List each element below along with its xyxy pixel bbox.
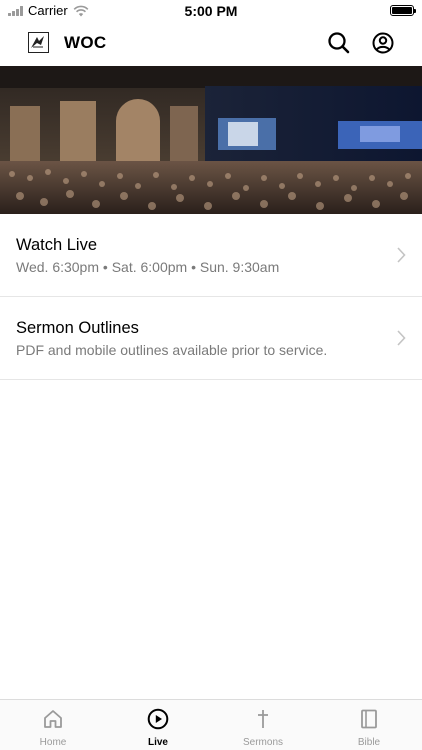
tab-home[interactable]: Home	[11, 700, 95, 750]
tab-bar: Home Live Sermons Bible	[0, 699, 422, 750]
tab-live-label: Live	[147, 737, 168, 748]
app-title: WOC	[64, 33, 107, 52]
hero-image	[0, 66, 422, 214]
list-item-sermon-outlines[interactable]: Sermon Outlines PDF and mobile outlines …	[0, 297, 422, 380]
home-icon	[44, 710, 62, 728]
search-icon[interactable]	[326, 30, 352, 56]
tab-bible-label: Bible	[357, 737, 381, 748]
book-icon	[361, 709, 377, 729]
item-subtitle: PDF and mobile outlines available prior …	[16, 342, 328, 358]
tab-home-label: Home	[39, 737, 67, 748]
chevron-right-icon	[397, 247, 406, 263]
list-item-watch-live[interactable]: Watch Live Wed. 6:30pm • Sat. 6:00pm • S…	[0, 214, 422, 297]
status-bar: Carrier 5:00 PM	[0, 0, 422, 22]
account-icon[interactable]	[370, 30, 396, 56]
tab-sermons[interactable]: Sermons	[221, 700, 305, 750]
tab-live[interactable]: Live	[116, 700, 200, 750]
tab-sermons-label: Sermons	[242, 737, 283, 748]
app-header: WOC	[0, 22, 422, 66]
battery-icon	[390, 5, 416, 16]
play-circle-icon	[147, 708, 169, 730]
item-subtitle: Wed. 6:30pm • Sat. 6:00pm • Sun. 9:30am	[16, 259, 280, 275]
item-title: Watch Live	[16, 236, 98, 254]
tab-bible[interactable]: Bible	[327, 700, 411, 750]
item-title: Sermon Outlines	[16, 319, 139, 337]
congregation-photo	[0, 66, 422, 214]
status-time: 5:00 PM	[184, 3, 238, 19]
cross-icon	[258, 710, 268, 728]
chevron-right-icon	[397, 330, 406, 346]
logo-icon	[28, 32, 49, 53]
